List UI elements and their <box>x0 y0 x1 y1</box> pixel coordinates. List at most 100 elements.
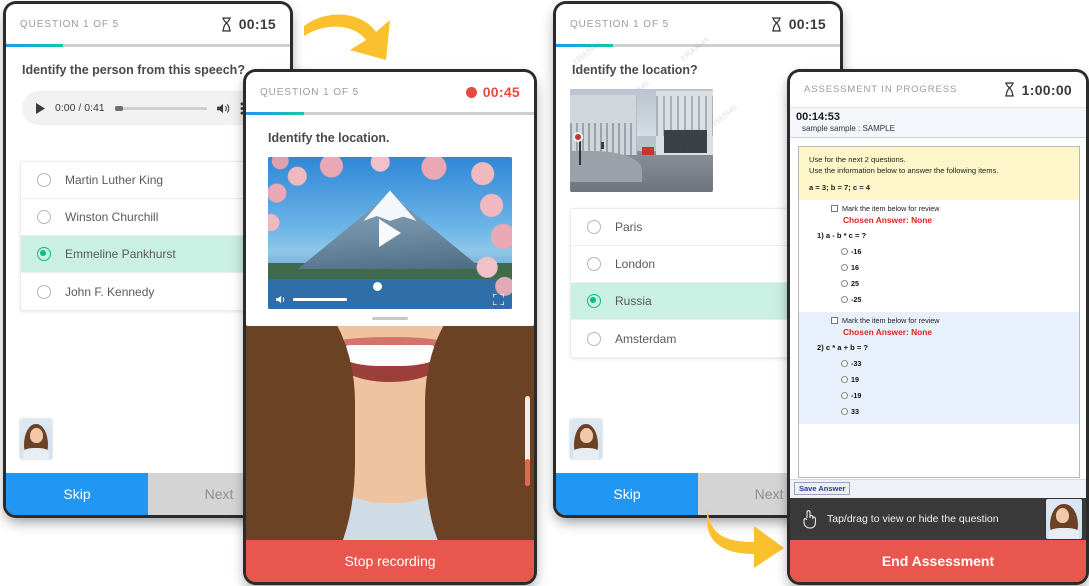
option-label: Russia <box>615 294 652 308</box>
panel2-question-text: Identify the location. <box>268 131 390 145</box>
hourglass-icon <box>221 16 231 32</box>
scrollbar[interactable] <box>525 395 530 487</box>
answer-label: -33 <box>851 359 862 368</box>
answer-label: -16 <box>851 247 862 256</box>
checkbox-icon[interactable] <box>831 317 838 324</box>
question-block-2: Mark the item below for review Chosen An… <box>799 312 1079 424</box>
mark-for-review-row[interactable]: Mark the item below for review <box>809 316 1069 325</box>
panel1-progress-bar <box>6 44 290 47</box>
answer-option[interactable]: -33 <box>809 359 1069 368</box>
answer-option[interactable]: -25 <box>809 295 1069 304</box>
hourglass-icon <box>1004 82 1014 97</box>
radio-icon[interactable] <box>841 360 848 367</box>
radio-icon[interactable] <box>841 392 848 399</box>
flow-arrow-2-icon <box>706 508 784 568</box>
radio-icon[interactable] <box>587 220 601 234</box>
mark-label: Mark the item below for review <box>842 316 940 325</box>
answer-label: 25 <box>851 279 859 288</box>
option-label: John F. Kennedy <box>65 284 155 299</box>
hand-tap-icon <box>803 510 816 529</box>
panel2-question-counter: QUESTION 1 OF 5 <box>260 86 360 98</box>
radio-icon-selected[interactable] <box>37 247 51 261</box>
hourglass-icon <box>771 16 781 32</box>
radio-icon[interactable] <box>587 331 601 346</box>
fullscreen-icon[interactable] <box>493 293 504 305</box>
radio-icon[interactable] <box>841 248 848 255</box>
option-row[interactable]: Paris <box>571 209 825 246</box>
audio-player[interactable]: 0:00 / 0:41 <box>22 91 274 125</box>
stop-recording-button[interactable]: Stop recording <box>246 540 534 582</box>
panel3-option-list: Paris London Russia Amsterdam <box>570 208 826 358</box>
panel2-progress-bar <box>246 112 534 115</box>
question-block-1: Mark the item below for review Chosen An… <box>799 200 1079 312</box>
play-icon[interactable] <box>379 219 401 247</box>
option-label: Amsterdam <box>615 331 677 346</box>
panel4-timer-value: 1:00:00 <box>1021 81 1072 98</box>
panel1-question-counter: QUESTION 1 OF 5 <box>20 18 120 30</box>
radio-icon[interactable] <box>841 264 848 271</box>
end-assessment-button[interactable]: End Assessment <box>790 540 1086 582</box>
video-player[interactable] <box>268 157 512 309</box>
elapsed-time: 00:14:53 <box>796 111 841 123</box>
answer-label: -25 <box>851 295 862 304</box>
question-scroll-area[interactable]: Use for the next 2 questions. Use the in… <box>798 146 1080 478</box>
question-prompt: 1) a - b * c = ? <box>817 231 867 240</box>
option-label: Winston Churchill <box>65 210 159 224</box>
question-image-london-street <box>570 89 713 192</box>
option-label: Martin Luther King <box>65 173 164 187</box>
selfie-thumbnail <box>1042 498 1086 540</box>
volume-icon[interactable] <box>216 103 230 114</box>
option-row[interactable]: Winston Churchill <box>21 199 275 236</box>
panel4-status-label: ASSESSMENT IN PROGRESS <box>804 84 958 95</box>
answer-option[interactable]: 33 <box>809 407 1069 416</box>
answer-option[interactable]: -19 <box>809 391 1069 400</box>
radio-icon[interactable] <box>841 280 848 287</box>
option-row[interactable]: London <box>571 246 825 283</box>
mark-for-review-row[interactable]: Mark the item below for review <box>809 204 1069 213</box>
question-stem: Use for the next 2 questions. Use the in… <box>799 147 1079 200</box>
option-row[interactable]: Martin Luther King <box>21 162 275 199</box>
video-controls[interactable] <box>268 289 512 309</box>
radio-icon[interactable] <box>841 376 848 383</box>
sheet-drag-handle[interactable] <box>372 317 408 320</box>
answer-label: 16 <box>851 263 859 272</box>
panel2-sheet: QUESTION 1 OF 5 00:45 Identify the locat… <box>246 72 534 326</box>
panel3-timer-value: 00:15 <box>788 16 826 32</box>
radio-icon[interactable] <box>587 257 601 271</box>
kebab-menu-icon[interactable] <box>240 101 244 115</box>
option-row[interactable]: John F. Kennedy <box>21 273 275 310</box>
radio-icon[interactable] <box>37 284 51 299</box>
radio-icon[interactable] <box>841 296 848 303</box>
tap-drag-hint-bar[interactable]: Tap/drag to view or hide the question <box>790 498 1086 540</box>
panel1-timer: 00:15 <box>220 16 276 32</box>
option-row-selected[interactable]: Russia <box>571 283 825 320</box>
tap-hint-text: Tap/drag to view or hide the question <box>827 513 999 525</box>
answer-option[interactable]: 19 <box>809 375 1069 384</box>
play-icon[interactable] <box>36 102 45 114</box>
skip-button[interactable]: Skip <box>6 473 148 515</box>
radio-icon[interactable] <box>841 408 848 415</box>
answer-option[interactable]: 25 <box>809 279 1069 288</box>
radio-icon-selected[interactable] <box>587 294 601 308</box>
panel3-topbar: QUESTION 1 OF 5 00:15 <box>556 4 840 44</box>
save-answer-bar: Save Answer <box>790 479 1086 498</box>
option-row-selected[interactable]: Emmeline Pankhurst <box>21 236 275 273</box>
skip-button[interactable]: Skip <box>556 473 698 515</box>
option-row[interactable]: Amsterdam <box>571 320 825 357</box>
chosen-answer-status: Chosen Answer: None <box>843 215 933 225</box>
volume-icon[interactable] <box>276 295 287 304</box>
assessment-info-bar: 00:14:53 sample sample : SAMPLE <box>790 108 1086 138</box>
checkbox-icon[interactable] <box>831 205 838 212</box>
answer-option[interactable]: -16 <box>809 247 1069 256</box>
video-volume-slider[interactable] <box>293 297 347 301</box>
save-answer-button[interactable]: Save Answer <box>794 482 851 495</box>
answer-label: -19 <box>851 391 862 400</box>
panel1-timer-value: 00:15 <box>238 16 276 32</box>
audio-progress-slider[interactable] <box>114 105 207 111</box>
option-label: London <box>615 257 656 271</box>
audio-time: 0:00 / 0:41 <box>55 102 105 114</box>
panel3-question-counter: QUESTION 1 OF 5 <box>570 18 670 30</box>
answer-option[interactable]: 16 <box>809 263 1069 272</box>
radio-icon[interactable] <box>37 210 51 224</box>
radio-icon[interactable] <box>37 173 51 187</box>
